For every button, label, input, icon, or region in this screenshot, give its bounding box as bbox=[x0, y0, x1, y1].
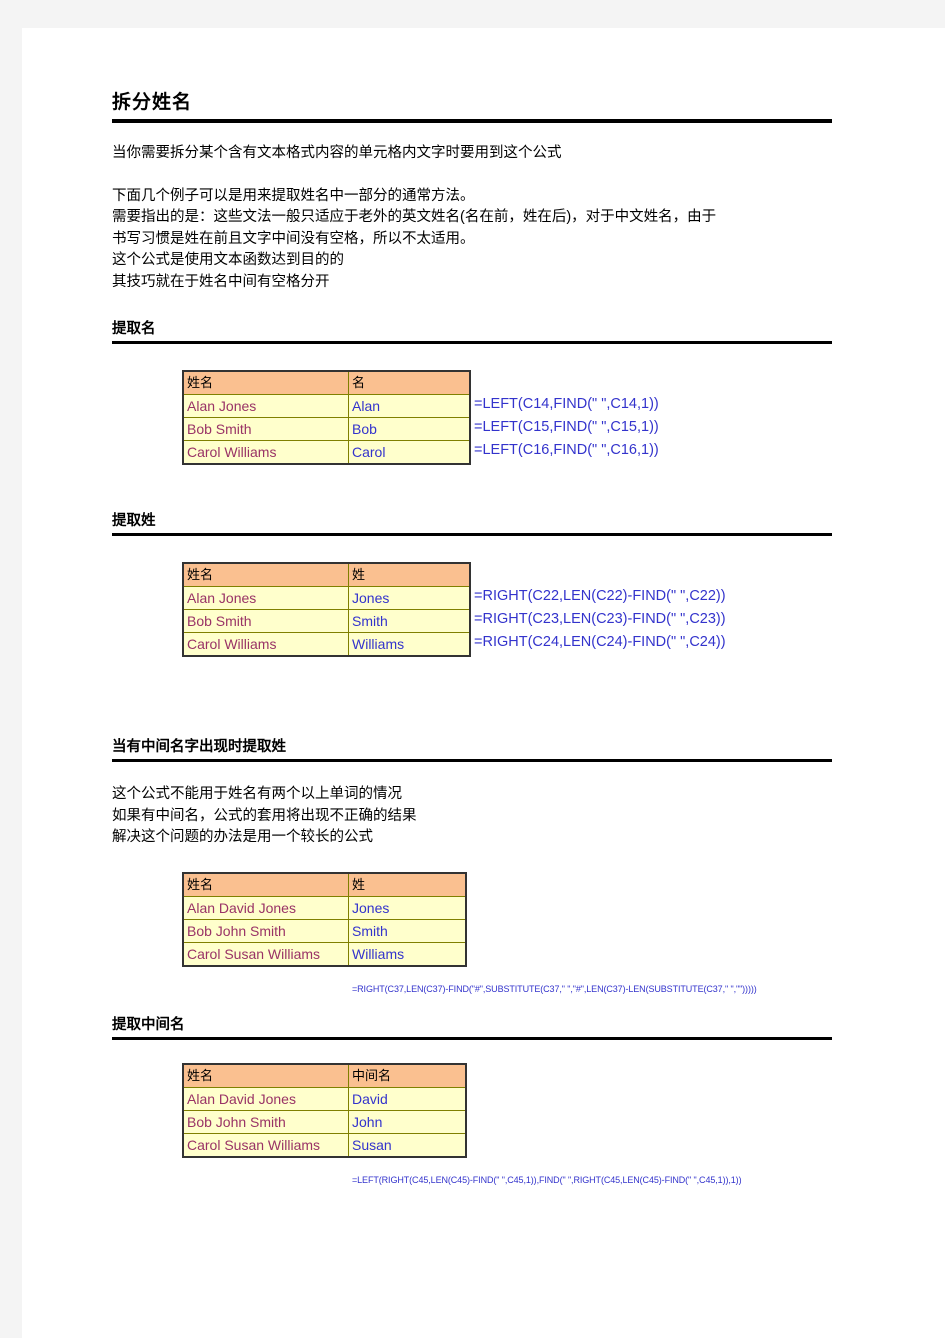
body-line-2: 需要指出的是：这些文法一般只适应于老外的英文姓名(名在前，姓在后)，对于中文姓名… bbox=[112, 209, 717, 225]
table-row[interactable]: Carol Williams Carol bbox=[182, 440, 471, 465]
formula-text: =RIGHT(C23,LEN(C23)-FIND(" ",C23)) bbox=[474, 611, 726, 627]
table-wrap-last-name: 姓名 姓 Alan Jones Jones Bob Smith Smith Ca… bbox=[182, 562, 912, 657]
cell-extracted-value[interactable]: Smith bbox=[348, 918, 467, 943]
column-header-value: 名 bbox=[348, 370, 471, 395]
section-first-name: 提取名 姓名 名 Alan Jones Alan Bob Smith Bob C… bbox=[112, 319, 912, 465]
cell-extracted-value[interactable]: Carol bbox=[348, 440, 471, 465]
cell-full-name[interactable]: Carol Susan Williams bbox=[182, 941, 349, 966]
document-content: 拆分姓名 当你需要拆分某个含有文本格式内容的单元格内文字时要用到这个公式 下面几… bbox=[112, 90, 912, 1185]
column-header-value: 姓 bbox=[348, 562, 471, 587]
cell-full-name[interactable]: Bob John Smith bbox=[182, 918, 349, 943]
section-rule-last-name-with-middle bbox=[112, 759, 832, 762]
section-last-name-with-middle: 当有中间名字出现时提取姓 这个公式不能用于姓名有两个以上单词的情况 如果有中间名… bbox=[112, 737, 912, 994]
column-header-value: 中间名 bbox=[348, 1063, 467, 1088]
table-row[interactable]: Bob John Smith John bbox=[182, 1109, 467, 1134]
table-header-row: 姓名 姓 bbox=[182, 562, 471, 587]
formula-text-long: =RIGHT(C37,LEN(C37)-FIND("#",SUBSTITUTE(… bbox=[352, 983, 757, 994]
formula-text-long: =LEFT(RIGHT(C45,LEN(C45)-FIND(" ",C45,1)… bbox=[352, 1174, 742, 1185]
table-row[interactable]: Carol Susan Williams Williams bbox=[182, 941, 467, 966]
table-row[interactable]: Alan Jones Alan bbox=[182, 394, 471, 418]
cell-full-name[interactable]: Bob Smith bbox=[182, 417, 349, 441]
column-header-name: 姓名 bbox=[182, 370, 349, 395]
table-row[interactable]: Alan Jones Jones bbox=[182, 586, 471, 610]
note-line-3: 解决这个问题的办法是用一个较长的公式 bbox=[112, 829, 373, 845]
table-middle-name: 姓名 中间名 Alan David Jones David Bob John S… bbox=[182, 1062, 467, 1158]
section-rule-middle-name bbox=[112, 1036, 832, 1040]
cell-extracted-value[interactable]: Susan bbox=[348, 1132, 467, 1157]
cell-full-name[interactable]: Carol Williams bbox=[182, 632, 349, 657]
section-heading-last-name-with-middle: 当有中间名字出现时提取姓 bbox=[112, 739, 286, 755]
formula-text: =LEFT(C16,FIND(" ",C16,1)) bbox=[474, 442, 659, 458]
table-row[interactable]: Alan David Jones David bbox=[182, 1086, 467, 1111]
table-row[interactable]: Bob Smith Smith bbox=[182, 609, 471, 633]
table-wrap-middle-name: 姓名 中间名 Alan David Jones David Bob John S… bbox=[182, 1062, 912, 1185]
body-line-4: 这个公式是使用文本函数达到目的的 bbox=[112, 252, 344, 268]
table-row[interactable]: Bob Smith Bob bbox=[182, 417, 471, 441]
cell-full-name[interactable]: Alan David Jones bbox=[182, 1086, 349, 1111]
section-rule-last-name bbox=[112, 533, 832, 536]
note-line-2: 如果有中间名，公式的套用将出现不正确的结果 bbox=[112, 807, 417, 824]
section-rule-first-name bbox=[112, 341, 832, 344]
cell-full-name[interactable]: Alan Jones bbox=[182, 586, 349, 610]
table-row[interactable]: Bob John Smith Smith bbox=[182, 918, 467, 943]
table-last-name: 姓名 姓 Alan Jones Jones Bob Smith Smith Ca… bbox=[182, 562, 471, 657]
table-row[interactable]: Carol Williams Williams bbox=[182, 632, 471, 657]
section-heading-last-name: 提取姓 bbox=[112, 513, 156, 529]
table-last-name-with-middle: 姓名 姓 Alan David Jones Jones Bob John Smi… bbox=[182, 871, 467, 967]
table-header-row: 姓名 名 bbox=[182, 370, 471, 395]
intro-paragraph: 当你需要拆分某个含有文本格式内容的单元格内文字时要用到这个公式 bbox=[112, 143, 912, 165]
cell-extracted-value[interactable]: Smith bbox=[348, 609, 471, 633]
notes-paragraph: 这个公式不能用于姓名有两个以上单词的情况 如果有中间名，公式的套用将出现不正确的… bbox=[112, 784, 912, 849]
note-line-1: 这个公式不能用于姓名有两个以上单词的情况 bbox=[112, 786, 402, 802]
cell-extracted-value[interactable]: Williams bbox=[348, 941, 467, 966]
table-header-row: 姓名 中间名 bbox=[182, 1063, 467, 1088]
section-heading-first-name: 提取名 bbox=[112, 321, 156, 337]
cell-full-name[interactable]: Bob Smith bbox=[182, 609, 349, 633]
section-last-name: 提取姓 姓名 姓 Alan Jones Jones Bob Smith Smit… bbox=[112, 511, 912, 657]
page-title: 拆分姓名 bbox=[112, 92, 193, 113]
cell-extracted-value[interactable]: Jones bbox=[348, 895, 467, 920]
section-heading-middle-name: 提取中间名 bbox=[112, 1016, 185, 1033]
body-line-1: 下面几个例子可以是用来提取姓名中一部分的通常方法。 bbox=[112, 187, 475, 204]
table-wrap-last-name-with-middle: 姓名 姓 Alan David Jones Jones Bob John Smi… bbox=[182, 871, 912, 994]
formula-list-first-name: =LEFT(C14,FIND(" ",C14,1)) =LEFT(C15,FIN… bbox=[474, 393, 659, 462]
cell-extracted-value[interactable]: Alan bbox=[348, 394, 471, 418]
cell-full-name[interactable]: Bob John Smith bbox=[182, 1109, 349, 1134]
title-rule bbox=[112, 119, 832, 123]
cell-full-name[interactable]: Alan Jones bbox=[182, 394, 349, 418]
cell-extracted-value[interactable]: John bbox=[348, 1109, 467, 1134]
section-middle-name: 提取中间名 姓名 中间名 Alan David Jones David Bob … bbox=[112, 1015, 912, 1185]
intro-line-1: 当你需要拆分某个含有文本格式内容的单元格内文字时要用到这个公式 bbox=[112, 145, 562, 161]
column-header-name: 姓名 bbox=[182, 562, 349, 587]
formula-list-last-name: =RIGHT(C22,LEN(C22)-FIND(" ",C22)) =RIGH… bbox=[474, 585, 726, 654]
cell-extracted-value[interactable]: Jones bbox=[348, 586, 471, 610]
formula-text: =LEFT(C14,FIND(" ",C14,1)) bbox=[474, 396, 659, 412]
cell-extracted-value[interactable]: David bbox=[348, 1086, 467, 1111]
table-row[interactable]: Alan David Jones Jones bbox=[182, 895, 467, 920]
worksheet-page: 拆分姓名 当你需要拆分某个含有文本格式内容的单元格内文字时要用到这个公式 下面几… bbox=[22, 28, 945, 1338]
formula-text: =RIGHT(C22,LEN(C22)-FIND(" ",C22)) bbox=[474, 588, 726, 604]
table-first-name: 姓名 名 Alan Jones Alan Bob Smith Bob Carol… bbox=[182, 370, 471, 465]
table-row[interactable]: Carol Susan Williams Susan bbox=[182, 1132, 467, 1157]
table-wrap-first-name: 姓名 名 Alan Jones Alan Bob Smith Bob Carol… bbox=[182, 370, 912, 465]
column-header-value: 姓 bbox=[348, 872, 467, 897]
column-header-name: 姓名 bbox=[182, 872, 349, 897]
body-line-3: 书写习惯是姓在前且文字中间没有空格，所以不太适用。 bbox=[112, 230, 475, 247]
body-paragraph: 下面几个例子可以是用来提取姓名中一部分的通常方法。 需要指出的是：这些文法一般只… bbox=[112, 186, 912, 294]
cell-extracted-value[interactable]: Williams bbox=[348, 632, 471, 657]
body-line-5: 其技巧就在于姓名中间有空格分开 bbox=[112, 273, 330, 290]
formula-text: =LEFT(C15,FIND(" ",C15,1)) bbox=[474, 419, 659, 435]
cell-full-name[interactable]: Carol Susan Williams bbox=[182, 1132, 349, 1157]
cell-extracted-value[interactable]: Bob bbox=[348, 417, 471, 441]
formula-text: =RIGHT(C24,LEN(C24)-FIND(" ",C24)) bbox=[474, 634, 726, 650]
table-header-row: 姓名 姓 bbox=[182, 872, 467, 897]
cell-full-name[interactable]: Carol Williams bbox=[182, 440, 349, 465]
column-header-name: 姓名 bbox=[182, 1063, 349, 1088]
cell-full-name[interactable]: Alan David Jones bbox=[182, 895, 349, 920]
